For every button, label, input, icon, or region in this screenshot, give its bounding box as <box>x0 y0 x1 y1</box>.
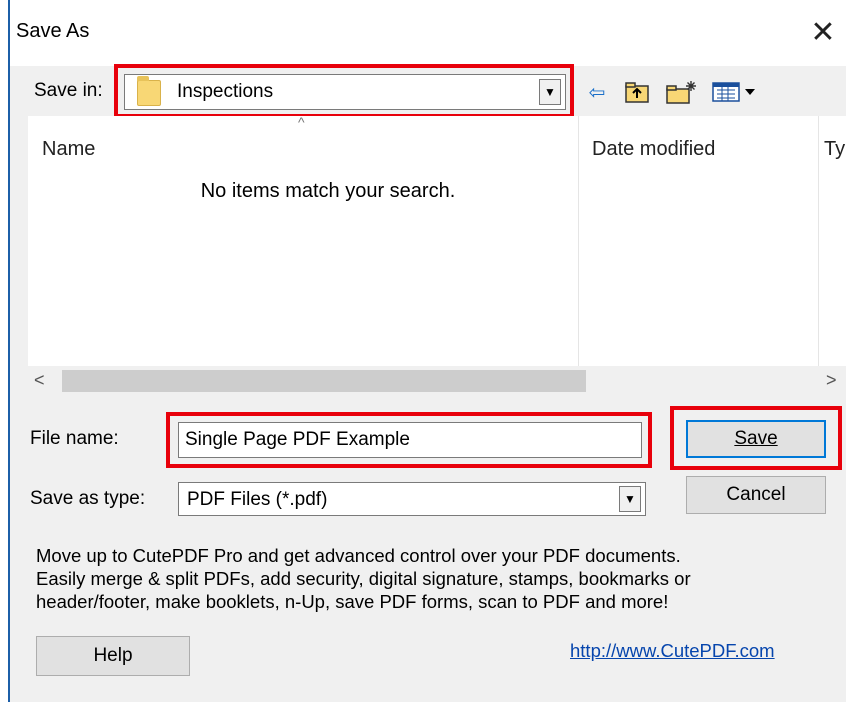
save-as-type-dropdown[interactable]: PDF Files (*.pdf) ▼ <box>178 482 646 516</box>
promo-line: header/footer, make booklets, n-Up, save… <box>36 591 669 612</box>
column-header-date-modified[interactable]: Date modified <box>592 138 715 161</box>
save-in-dropdown[interactable]: Inspections ▼ <box>124 74 566 110</box>
scroll-thumb[interactable] <box>62 370 586 392</box>
back-arrow-icon[interactable]: ⇦ <box>582 78 612 106</box>
save-as-type-value: PDF Files (*.pdf) <box>187 489 328 510</box>
save-in-value: Inspections <box>177 81 274 102</box>
scroll-right-icon[interactable]: > <box>826 370 837 391</box>
close-button[interactable]: ✕ <box>800 12 846 52</box>
file-list[interactable]: ^ Name Date modified Ty No items match y… <box>28 114 846 398</box>
sort-ascending-icon: ^ <box>298 114 305 130</box>
dialog-title: Save As <box>16 20 90 42</box>
save-as-type-label: Save as type: <box>30 488 146 509</box>
close-icon: ✕ <box>810 15 836 49</box>
save-as-dialog: Save As ✕ Save in: Inspections ▼ ⇦ ^ Nam… <box>8 0 846 702</box>
scroll-left-icon[interactable]: < <box>34 370 45 391</box>
column-separator <box>818 116 819 366</box>
view-menu-icon[interactable] <box>710 78 760 106</box>
up-folder-icon[interactable] <box>620 78 654 106</box>
file-name-label: File name: <box>30 428 119 449</box>
chevron-down-icon[interactable]: ▼ <box>619 486 641 512</box>
new-folder-icon[interactable] <box>664 78 700 106</box>
column-header-type[interactable]: Ty <box>824 138 845 161</box>
promo-line: Easily merge & split PDFs, add security,… <box>36 568 691 589</box>
promo-text: Move up to CutePDF Pro and get advanced … <box>36 544 826 613</box>
promo-line: Move up to CutePDF Pro and get advanced … <box>36 545 681 566</box>
empty-message: No items match your search. <box>200 180 456 202</box>
column-separator <box>578 116 579 366</box>
help-button[interactable]: Help <box>36 636 190 676</box>
column-header-name[interactable]: Name <box>42 138 95 161</box>
title-bar: Save As ✕ <box>10 0 846 66</box>
save-button[interactable]: Save <box>686 420 826 458</box>
file-name-input[interactable] <box>178 422 642 458</box>
horizontal-scrollbar[interactable]: < > <box>28 366 846 398</box>
folder-icon <box>137 76 161 106</box>
save-in-label: Save in: <box>34 80 103 101</box>
cancel-button[interactable]: Cancel <box>686 476 826 514</box>
chevron-down-icon[interactable]: ▼ <box>539 79 561 105</box>
cutepdf-link[interactable]: http://www.CutePDF.com <box>570 640 775 662</box>
